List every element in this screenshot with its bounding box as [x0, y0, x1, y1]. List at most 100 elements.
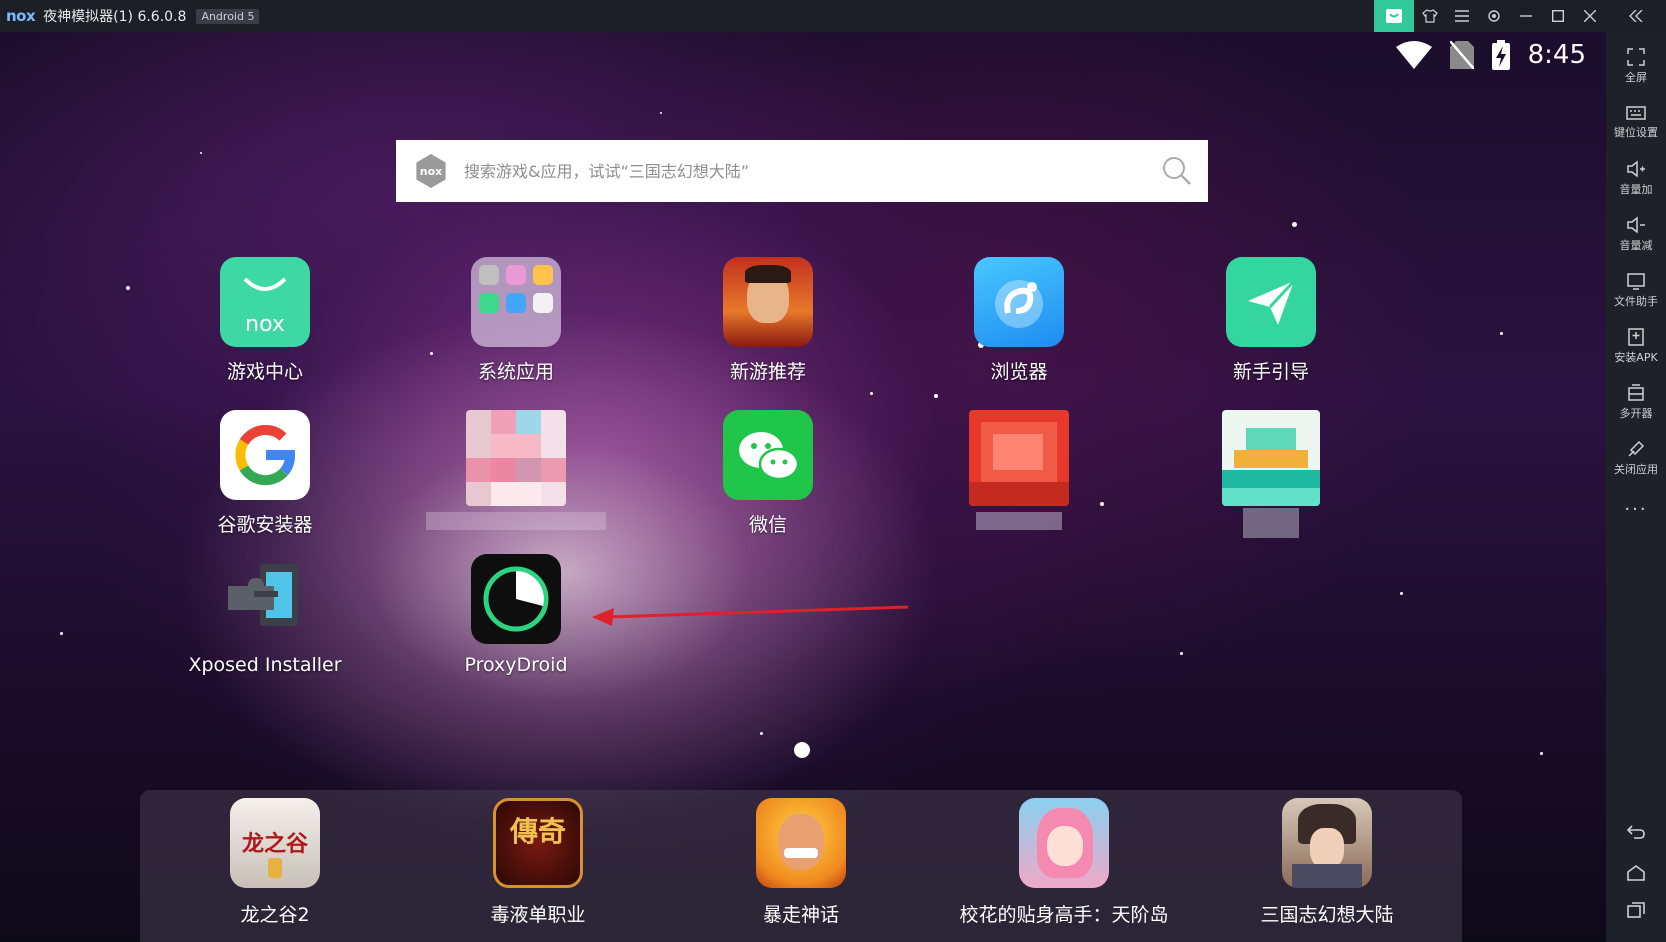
multi-instance-icon	[1628, 383, 1644, 401]
home-button[interactable]	[1606, 864, 1666, 882]
app-game-center[interactable]: nox 游戏中心	[165, 257, 365, 384]
app-dock: 龙之谷 龙之谷2 傳奇 毒液单职业 暴走神话 校花的贴身高手：天阶岛 三国志幻想…	[140, 790, 1462, 942]
nox-search-logo: nox	[416, 154, 446, 188]
proxydroid-icon	[471, 554, 561, 644]
dock-app-label: 龙之谷2	[240, 904, 310, 926]
dock-app-venom[interactable]: 傳奇 毒液单职业	[408, 798, 668, 927]
pixelated-app-label	[1243, 508, 1299, 538]
app-label: 系统应用	[477, 361, 554, 383]
star	[870, 392, 873, 395]
settings-icon	[1488, 10, 1500, 22]
browser-icon	[974, 257, 1064, 347]
close-icon	[1584, 10, 1596, 22]
dock-app-label: 三国志幻想大陆	[1260, 904, 1394, 926]
store-button[interactable]	[1374, 0, 1414, 32]
settings-button[interactable]	[1478, 0, 1510, 32]
minimize-icon	[1520, 15, 1532, 17]
more-button[interactable]: ...	[1606, 486, 1666, 522]
window-title: 夜神模拟器(1) 6.6.0.8	[43, 9, 187, 25]
more-icon: ...	[1624, 493, 1648, 515]
pixelated-app-icon	[1222, 410, 1320, 506]
star	[1400, 592, 1403, 595]
file-assistant-icon	[1627, 272, 1645, 290]
search-input[interactable]	[462, 160, 1106, 182]
multi-instance-button[interactable]: 多开器	[1606, 374, 1666, 430]
nox-game-center-icon: nox	[220, 257, 310, 347]
recents-icon	[1627, 902, 1645, 918]
app-obscured-3[interactable]	[1171, 410, 1371, 538]
install-apk-button[interactable]: 安装APK	[1606, 318, 1666, 374]
fullscreen-button[interactable]: 全屏	[1606, 38, 1666, 94]
app-label: 游戏中心	[226, 361, 303, 383]
home-icon	[1627, 865, 1645, 881]
volume-up-button[interactable]: 音量加	[1606, 150, 1666, 206]
back-icon	[1626, 825, 1645, 839]
app-proxydroid[interactable]: ProxyDroid	[416, 554, 616, 676]
app-obscured-1[interactable]	[416, 410, 616, 530]
recents-button[interactable]	[1606, 902, 1666, 918]
dock-app-dragon-nest[interactable]: 龙之谷 龙之谷2	[145, 798, 405, 927]
collapse-sidebar-button[interactable]	[1606, 0, 1666, 32]
three-kingdoms-icon	[1282, 798, 1372, 888]
star	[126, 286, 130, 290]
search-icon[interactable]	[1162, 156, 1192, 186]
dock-app-label: 毒液单职业	[490, 904, 586, 926]
minimize-button[interactable]	[1510, 0, 1542, 32]
android-home-screen[interactable]: 8:45 nox nox 游戏中心 系统应用 新游推荐	[0, 32, 1606, 942]
collapse-icon	[1629, 10, 1643, 22]
star	[760, 732, 763, 735]
app-browser[interactable]: 浏览器	[919, 257, 1119, 384]
right-toolbar: 全屏 键位设置 音量加 音量减 文件助手 安装APK 多开器 关闭应用 ...	[1606, 32, 1666, 942]
close-app-button[interactable]: 关闭应用	[1606, 430, 1666, 486]
file-assistant-button[interactable]: 文件助手	[1606, 262, 1666, 318]
app-label: 谷歌安装器	[217, 514, 313, 536]
dock-app-three-kingdoms[interactable]: 三国志幻想大陆	[1197, 798, 1457, 927]
star	[660, 112, 662, 114]
skin-button[interactable]	[1414, 0, 1446, 32]
status-bar: 8:45	[1395, 40, 1586, 70]
app-google-installer[interactable]: 谷歌安装器	[165, 410, 365, 537]
keyboard-icon	[1626, 105, 1646, 120]
star	[60, 632, 63, 635]
pixelated-app-label	[426, 512, 606, 530]
close-button[interactable]	[1574, 0, 1606, 32]
pixelated-app-icon	[969, 410, 1069, 506]
search-bar[interactable]: nox	[396, 140, 1208, 202]
menu-button[interactable]	[1446, 0, 1478, 32]
dock-app-label: 暴走神话	[762, 904, 839, 926]
app-label: ProxyDroid	[464, 654, 568, 676]
volume-down-button[interactable]: 音量减	[1606, 206, 1666, 262]
key-mapping-button[interactable]: 键位设置	[1606, 94, 1666, 150]
app-xposed-installer[interactable]: Xposed Installer	[165, 554, 365, 676]
back-button[interactable]	[1606, 824, 1666, 840]
puzzle-piece-icon	[220, 554, 310, 644]
red-arrow-annotation	[592, 605, 909, 626]
app-wechat[interactable]: 微信	[668, 410, 868, 537]
rampage-myth-icon	[756, 798, 846, 888]
wechat-icon	[723, 410, 813, 500]
maximize-icon	[1552, 10, 1564, 22]
app-obscured-2[interactable]	[919, 410, 1119, 530]
dragon-nest-icon: 龙之谷	[230, 798, 320, 888]
app-system-apps-folder[interactable]: 系统应用	[416, 257, 616, 384]
dock-app-rampage-myth[interactable]: 暴走神话	[671, 798, 931, 927]
dock-app-campus-beauty[interactable]: 校花的贴身高手：天阶岛	[934, 798, 1194, 927]
maximize-button[interactable]	[1542, 0, 1574, 32]
title-bar: nox 夜神模拟器(1) 6.6.0.8 Android 5	[0, 0, 1666, 32]
star	[1540, 752, 1543, 755]
page-indicator-dot[interactable]	[794, 742, 810, 758]
app-beginner-guide[interactable]: 新手引导	[1171, 257, 1371, 384]
svg-text:nox: nox	[245, 312, 285, 337]
volume-up-icon	[1627, 159, 1645, 178]
star	[1500, 332, 1503, 335]
fullscreen-icon	[1627, 47, 1645, 66]
pixelated-app-icon	[466, 410, 566, 506]
menu-icon	[1455, 10, 1469, 22]
nox-logo: nox	[6, 7, 36, 25]
paper-plane-icon	[1226, 257, 1316, 347]
app-new-games[interactable]: 新游推荐	[668, 257, 868, 384]
app-label: 浏览器	[990, 361, 1048, 383]
no-sim-icon	[1449, 41, 1474, 69]
skin-icon	[1422, 9, 1438, 23]
close-app-icon	[1628, 440, 1645, 457]
